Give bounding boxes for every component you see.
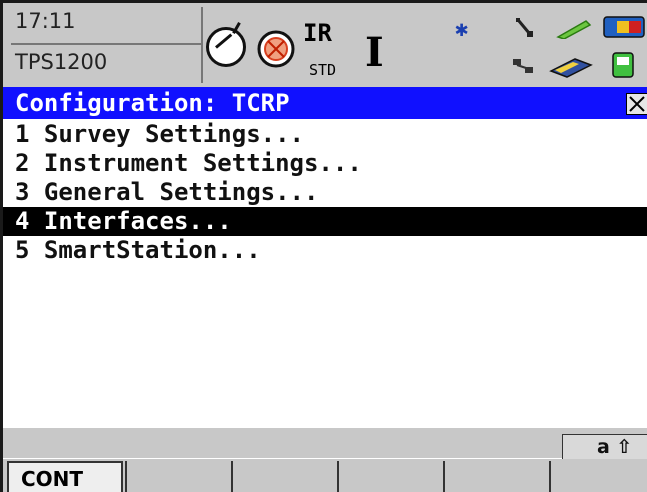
menu-item-instrument-settings[interactable]: 2 Instrument Settings... (3, 149, 647, 178)
instrument-name: TPS1200 (15, 50, 108, 74)
softkey-bar: CONT (3, 459, 647, 492)
battery-icon[interactable] (603, 13, 647, 41)
softkey-f6[interactable] (549, 461, 647, 492)
status-divider-vertical (201, 7, 203, 83)
softkey-f4[interactable] (337, 461, 443, 492)
sd-icon[interactable] (607, 49, 647, 81)
config-menu: 1 Survey Settings... 2 Instrument Settin… (3, 120, 647, 265)
input-mode-indicator: a ⇧ (562, 434, 647, 460)
measure-program-label[interactable]: STD (309, 61, 336, 79)
cursor-icon: I (365, 29, 384, 76)
close-icon (629, 96, 645, 112)
softkey-f5[interactable] (443, 461, 549, 492)
menu-item-interfaces[interactable]: 4 Interfaces... (3, 207, 647, 236)
measure-mode-label[interactable]: IR (303, 19, 332, 47)
target-icon[interactable] (256, 29, 296, 69)
level-icon[interactable] (556, 17, 592, 39)
time-display: 17:11 (15, 9, 76, 33)
dialog-title: Configuration: TCRP (15, 89, 290, 117)
menu-item-general-settings[interactable]: 3 General Settings... (3, 178, 647, 207)
compass-prism-icon[interactable] (206, 22, 246, 67)
close-button[interactable] (626, 93, 647, 115)
dialog-title-bar: Configuration: TCRP (3, 87, 647, 119)
info-strip (3, 428, 647, 458)
softkey-f3[interactable] (231, 461, 337, 492)
menu-item-survey-settings[interactable]: 1 Survey Settings... (3, 120, 647, 149)
interface-link-icon[interactable] (513, 15, 543, 41)
instrument-screen: 17:11 TPS1200 IR STD I ✱ Configuration: … (0, 0, 647, 492)
softkey-cont[interactable]: CONT (7, 461, 123, 492)
cf-card-icon[interactable] (549, 53, 593, 79)
status-divider (11, 43, 201, 45)
bluetooth-icon[interactable]: ✱ (455, 17, 468, 42)
connection-icon[interactable] (511, 55, 537, 79)
menu-item-smartstation[interactable]: 5 SmartStation... (3, 236, 647, 265)
status-bar: 17:11 TPS1200 IR STD I ✱ (3, 3, 647, 87)
softkey-f2[interactable] (125, 461, 231, 492)
